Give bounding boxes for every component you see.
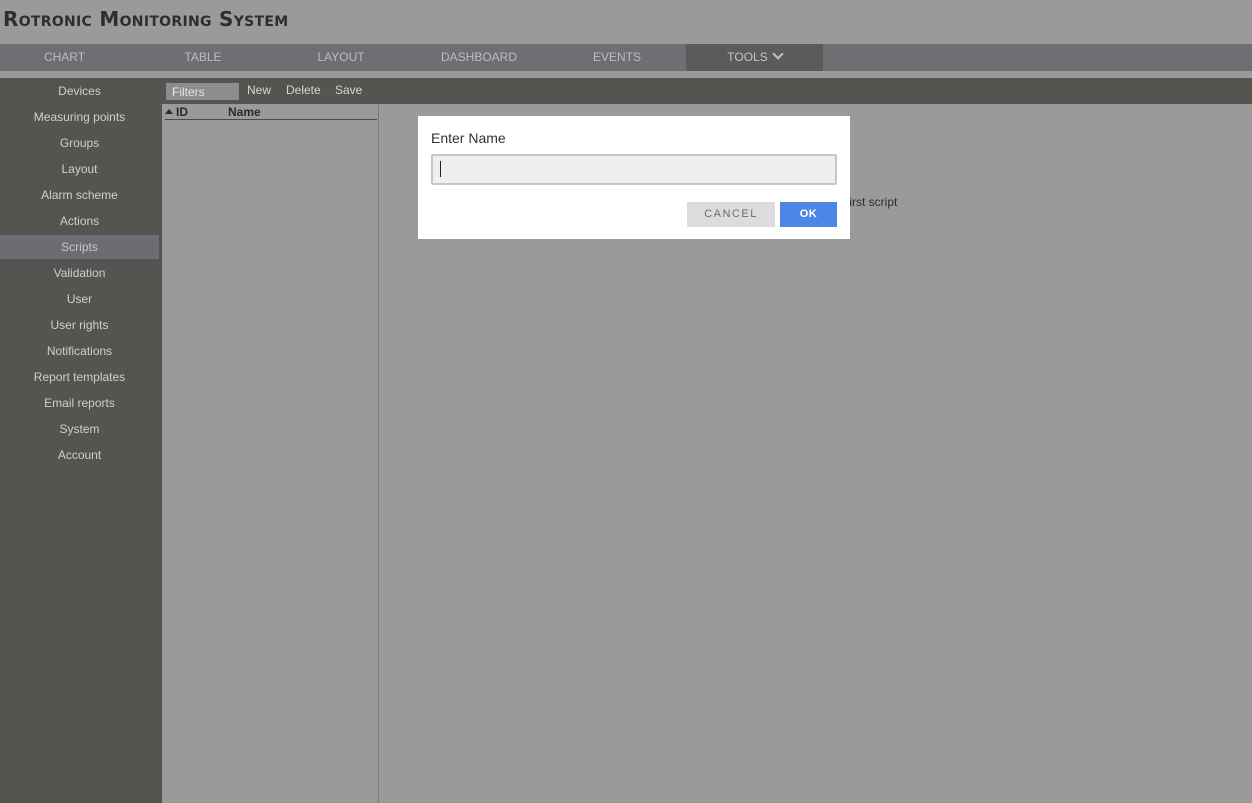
sidebar-item-email-reports[interactable]: Email reports [0,391,159,415]
name-input[interactable] [431,154,837,185]
tab-chart[interactable]: CHART [0,44,129,71]
tab-events[interactable]: EVENTS [550,44,684,71]
new-button[interactable]: New [247,83,271,97]
sidebar-item-actions[interactable]: Actions [0,209,159,233]
scripts-toolbar: New Delete Save [162,78,1252,104]
column-header-name[interactable]: Name [228,105,261,119]
tab-table[interactable]: TABLE [137,44,269,71]
tab-tools-label: TOOLS [727,50,768,64]
filter-input[interactable] [166,83,239,100]
empty-state-hint: first script [846,195,898,209]
sidebar-item-scripts[interactable]: Scripts [0,235,159,259]
sidebar-item-devices[interactable]: Devices [0,79,159,103]
text-caret [440,161,441,177]
app-header: Rotronic Monitoring System [0,0,1252,44]
sidebar-item-account[interactable]: Account [0,443,159,467]
ok-button[interactable]: OK [780,202,837,227]
tab-dashboard[interactable]: DASHBOARD [412,44,546,71]
sidebar-item-layout[interactable]: Layout [0,157,159,181]
sidebar-item-user-rights[interactable]: User rights [0,313,159,337]
sidebar-item-user[interactable]: User [0,287,159,311]
sidebar-item-groups[interactable]: Groups [0,131,159,155]
column-header-id[interactable]: ID [176,105,188,119]
sidebar-item-notifications[interactable]: Notifications [0,339,159,363]
delete-button[interactable]: Delete [286,83,321,97]
sidebar-item-alarm-scheme[interactable]: Alarm scheme [0,183,159,207]
sidebar-item-measuring-points[interactable]: Measuring points [0,105,159,129]
enter-name-dialog: Enter Name CANCEL OK [418,116,850,239]
sidebar-item-system[interactable]: System [0,417,159,441]
chevron-down-icon [772,48,784,60]
sort-ascending-icon[interactable] [165,109,173,114]
scripts-list: ID Name [162,104,379,803]
app-title: Rotronic Monitoring System [3,7,289,31]
sidebar-item-validation[interactable]: Validation [0,261,159,285]
save-button[interactable]: Save [335,83,362,97]
list-header: ID Name [165,104,377,120]
tab-tools[interactable]: TOOLS [686,44,823,71]
main-nav: CHART TABLE LAYOUT DASHBOARD EVENTS TOOL… [0,44,1252,71]
sidebar-item-report-templates[interactable]: Report templates [0,365,159,389]
cancel-button[interactable]: CANCEL [687,202,775,227]
tab-layout[interactable]: LAYOUT [275,44,407,71]
dialog-title: Enter Name [431,130,506,146]
sidebar: Devices Measuring points Groups Layout A… [0,78,162,803]
